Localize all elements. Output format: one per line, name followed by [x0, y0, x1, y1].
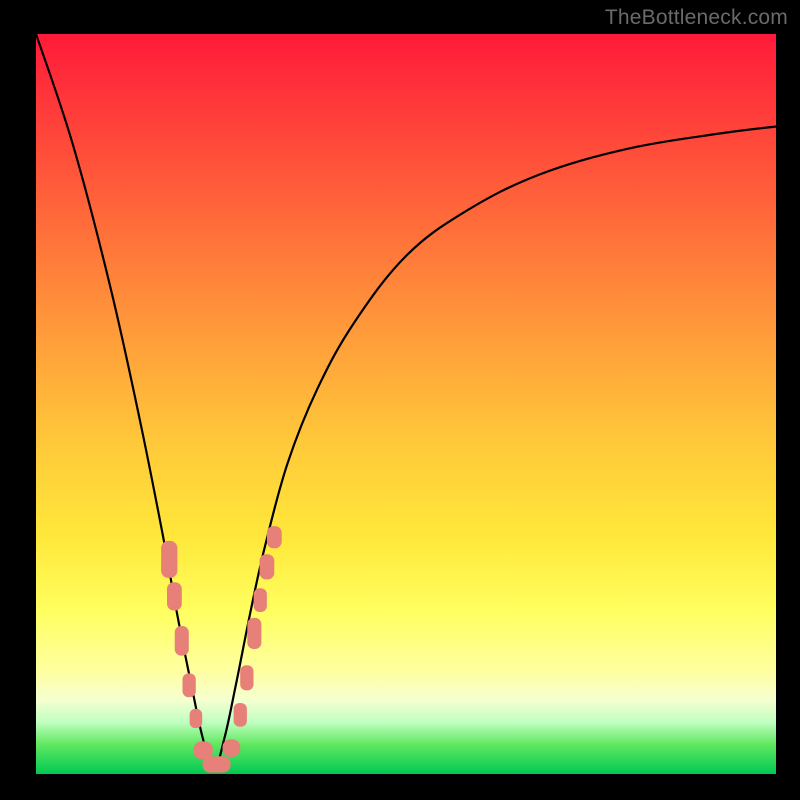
curve-marker: [247, 618, 261, 649]
curve-marker: [267, 526, 282, 548]
outer-frame: TheBottleneck.com: [0, 0, 800, 800]
marker-group: [161, 526, 282, 772]
curve-marker: [183, 673, 196, 697]
curve-marker: [234, 703, 247, 727]
curve-marker: [161, 541, 177, 578]
curve-marker: [167, 582, 182, 610]
curve-marker: [175, 626, 189, 656]
curve-marker: [190, 709, 203, 728]
curve-marker: [203, 756, 231, 772]
bottleneck-curve: [36, 34, 776, 770]
curve-marker: [223, 739, 241, 757]
chart-svg: [0, 0, 800, 800]
curve-marker: [260, 554, 275, 579]
curve-marker: [240, 665, 253, 690]
curve-marker: [254, 588, 267, 612]
